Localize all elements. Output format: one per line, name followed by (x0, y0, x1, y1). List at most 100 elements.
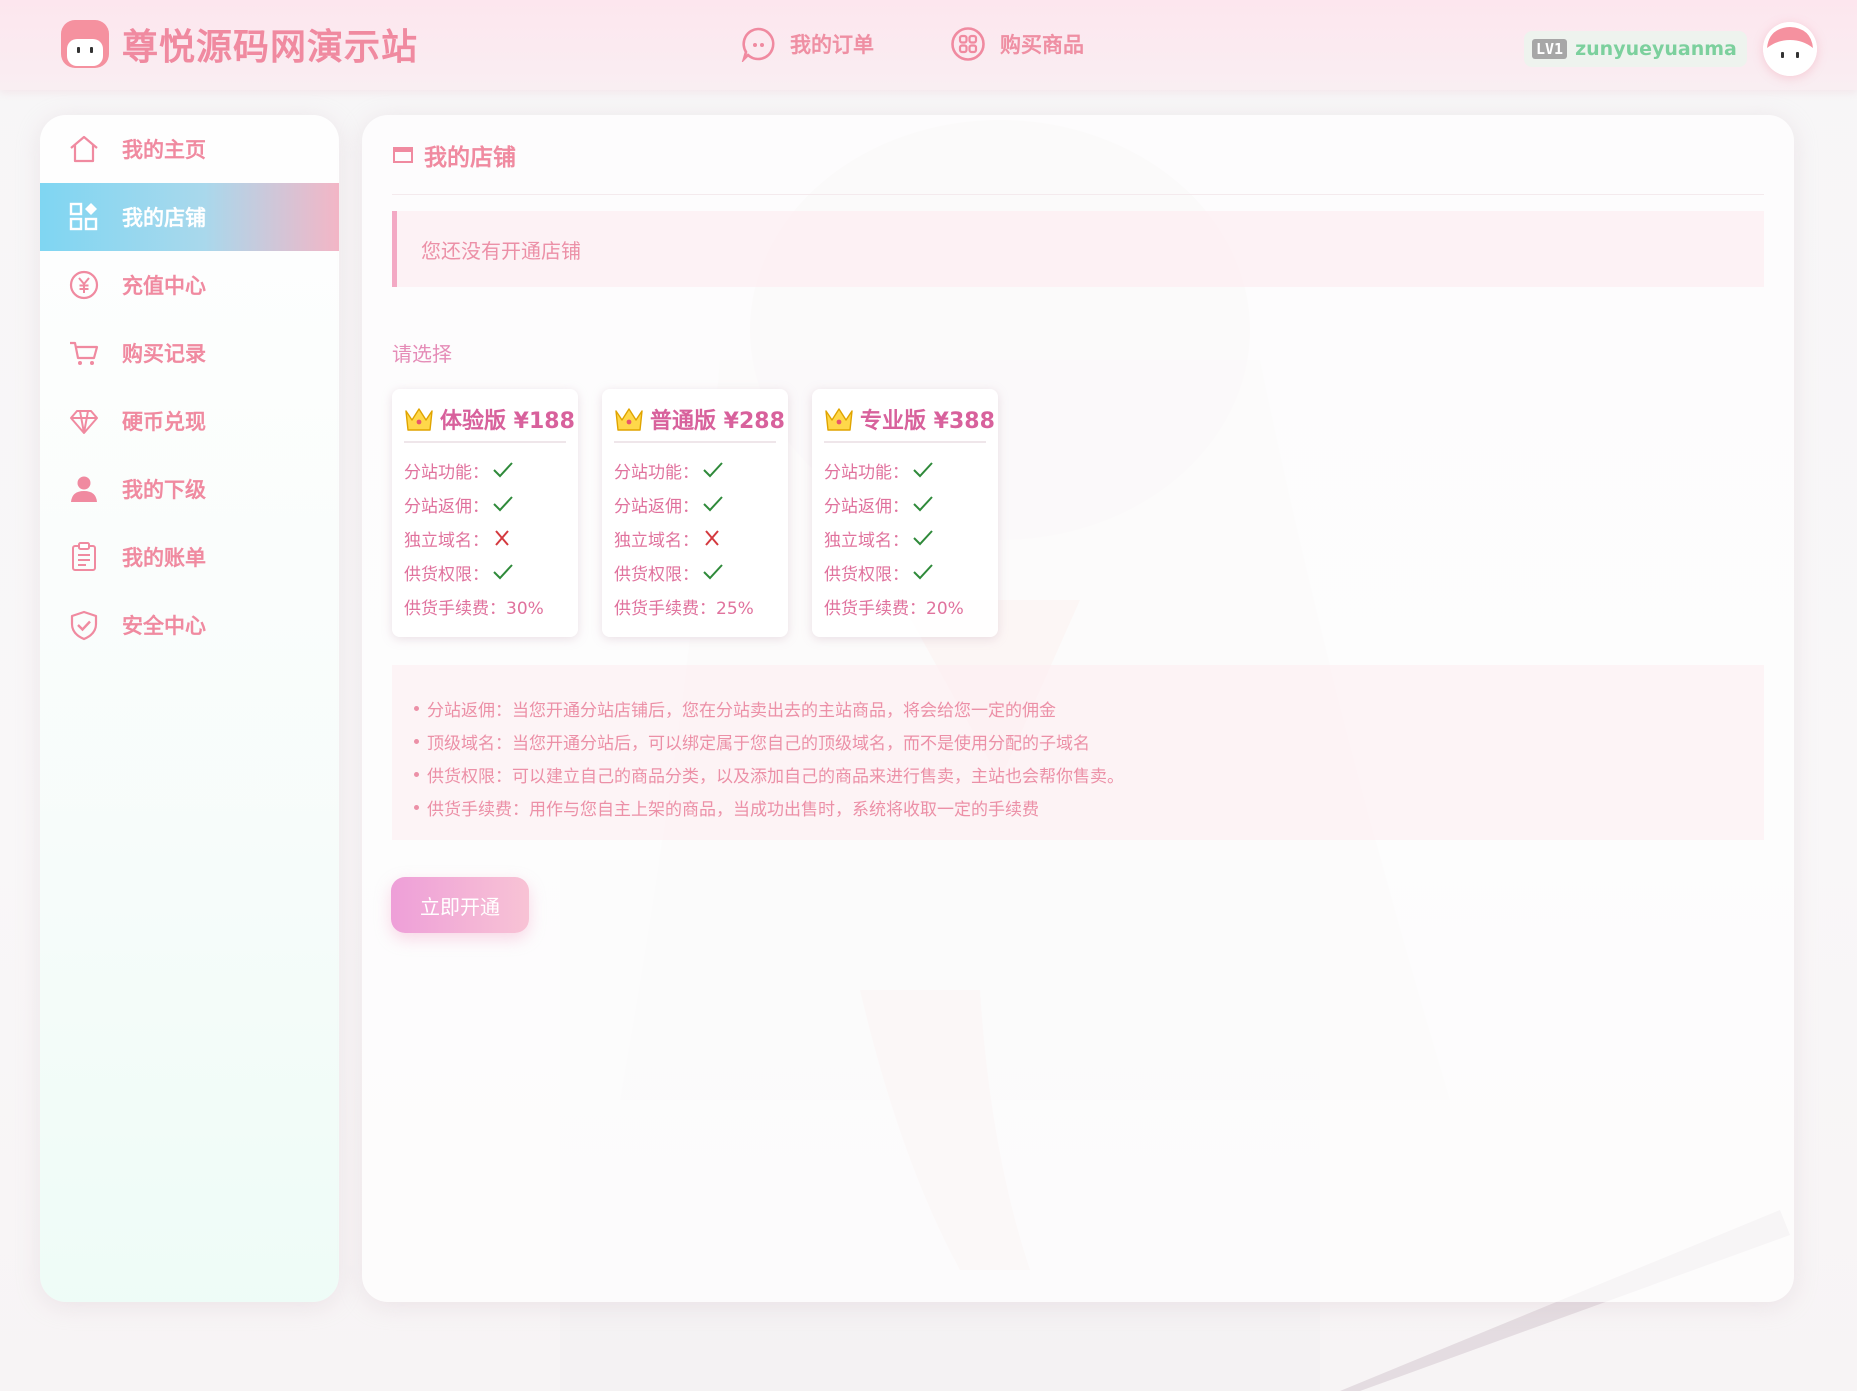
feature-label: 分站返佣： (824, 496, 909, 517)
plan-list: 体验版 ¥188 分站功能： 分站返佣： 独立域名： 供货权限： 供货手续费：3… (392, 389, 998, 637)
diamond-icon (70, 410, 98, 434)
user-area: LV1 zunyueyuanma (1524, 22, 1817, 76)
shield-check-icon (70, 610, 98, 641)
clipboard-icon (72, 542, 96, 571)
sidebar-item-label: 我的下级 (122, 478, 206, 502)
feature-label: 分站功能： (404, 462, 489, 483)
plan-header: 普通版 ¥288 (614, 397, 785, 443)
bullet-icon (414, 772, 419, 777)
plan-header: 专业版 ¥388 (824, 397, 995, 443)
sidebar-menu: 我的主页 我的店铺 充值中心 购买记录 硬币兑现 我的下级 我的账单 安全中心 (40, 115, 339, 659)
feature-label: 供货权限： (824, 564, 909, 585)
note-text: 顶级域名：当您开通分站后，可以绑定属于您自己的顶级域名，而不是使用分配的子域名 (427, 734, 1090, 754)
plan-card-pro[interactable]: 专业版 ¥388 分站功能： 分站返佣： 独立域名： 供货权限： 供货手续费：2… (812, 389, 998, 637)
check-icon (703, 462, 723, 478)
feature-row: 分站返佣： (614, 487, 776, 521)
fee-row: 供货手续费：20% (824, 598, 964, 619)
sidebar-item-label: 我的主页 (122, 138, 206, 162)
sidebar-item-label: 充值中心 (122, 274, 206, 298)
no-shop-alert: 您还没有开通店铺 (392, 211, 1764, 287)
feature-row: 独立域名： (614, 521, 776, 555)
fee-row: 供货手续费：25% (614, 598, 754, 619)
sidebar-item-my-shop[interactable]: 我的店铺 (40, 183, 339, 251)
sidebar-item-label: 购买记录 (122, 342, 206, 366)
open-now-button[interactable]: 立即开通 (391, 877, 529, 933)
check-icon (913, 564, 933, 580)
sidebar-item-label: 我的店铺 (122, 206, 206, 230)
check-icon (703, 496, 723, 512)
plan-name: 普通版 ¥288 (650, 409, 785, 434)
feature-row: 分站功能： (614, 453, 776, 487)
feature-row: 供货权限： (824, 555, 986, 589)
note-text: 供货手续费：用作与您自主上架的商品，当成功出售时，系统将收取一定的手续费 (427, 800, 1039, 820)
note-item: 分站返佣：当您开通分站店铺后，您在分站卖出去的主站商品，将会给您一定的佣金 (414, 692, 1764, 725)
sidebar-item-security[interactable]: 安全中心 (40, 591, 339, 659)
user-icon (71, 476, 97, 502)
cross-icon (495, 530, 509, 546)
feature-label: 独立域名： (614, 530, 699, 551)
site-logo[interactable]: 尊悦源码网演示站 (60, 18, 418, 70)
feature-label: 分站功能： (614, 462, 699, 483)
plan-header: 体验版 ¥188 (404, 397, 575, 443)
note-text: 供货权限：可以建立自己的商品分类，以及添加自己的商品来进行售卖，主站也会帮你售卖… (427, 767, 1124, 787)
sidebar: 我的主页 我的店铺 充值中心 购买记录 硬币兑现 我的下级 我的账单 安全中心 (40, 115, 339, 1302)
level-badge: LV1 (1532, 39, 1568, 59)
nav-my-orders[interactable]: 我的订单 (740, 26, 874, 62)
top-header: 尊悦源码网演示站 我的订单 购买商品 LV1 zunyueyuanma (0, 0, 1857, 90)
feature-row: 供货权限： (404, 555, 566, 589)
sidebar-item-bills[interactable]: 我的账单 (40, 523, 339, 591)
fee-row: 供货手续费：30% (404, 598, 544, 619)
plan-notes: 分站返佣：当您开通分站店铺后，您在分站卖出去的主站商品，将会给您一定的佣金 顶级… (392, 665, 1764, 840)
site-title: 尊悦源码网演示站 (122, 27, 419, 68)
shop-grid-icon (69, 202, 98, 231)
sidebar-item-subordinates[interactable]: 我的下级 (40, 455, 339, 523)
feature-label: 供货权限： (614, 564, 699, 585)
sidebar-item-label: 硬币兑现 (122, 410, 206, 434)
nav-buy-products[interactable]: 购买商品 (950, 26, 1084, 62)
feature-label: 分站返佣： (614, 496, 699, 517)
main-panel: 我的店铺 您还没有开通店铺 请选择 体验版 ¥188 分站功能： 分站返佣： 独… (362, 115, 1794, 1302)
sidebar-item-purchase-history[interactable]: 购买记录 (40, 319, 339, 387)
check-icon (913, 496, 933, 512)
sidebar-item-recharge[interactable]: 充值中心 (40, 251, 339, 319)
panel-header: 我的店铺 (392, 115, 1764, 195)
plan-name: 体验版 ¥188 (440, 409, 575, 434)
cart-icon (70, 341, 99, 365)
sidebar-item-coin-exchange[interactable]: 硬币兑现 (40, 387, 339, 455)
apps-grid-icon (951, 27, 985, 61)
window-icon (393, 146, 413, 163)
note-item: 供货手续费：用作与您自主上架的商品，当成功出售时，系统将收取一定的手续费 (414, 791, 1764, 824)
bullet-icon (414, 805, 419, 810)
user-info[interactable]: LV1 zunyueyuanma (1524, 31, 1747, 67)
feature-label: 独立域名： (404, 530, 489, 551)
choose-label: 请选择 (392, 342, 452, 366)
note-item: 供货权限：可以建立自己的商品分类，以及添加自己的商品来进行售卖，主站也会帮你售卖… (414, 758, 1764, 791)
feature-label: 独立域名： (824, 530, 909, 551)
home-icon (70, 135, 98, 163)
check-icon (493, 496, 513, 512)
note-item: 顶级域名：当您开通分站后，可以绑定属于您自己的顶级域名，而不是使用分配的子域名 (414, 725, 1764, 758)
check-icon (703, 564, 723, 580)
avatar[interactable] (1762, 22, 1817, 76)
nav-label: 购买商品 (1000, 33, 1084, 57)
alert-text: 您还没有开通店铺 (421, 238, 581, 263)
note-text: 分站返佣：当您开通分站店铺后，您在分站卖出去的主站商品，将会给您一定的佣金 (427, 701, 1056, 721)
feature-label: 分站功能： (824, 462, 909, 483)
feature-row: 分站返佣： (404, 487, 566, 521)
crown-icon (405, 408, 433, 431)
sidebar-item-label: 我的账单 (122, 546, 206, 570)
bullet-icon (414, 739, 419, 744)
top-nav: 我的订单 购买商品 (740, 26, 1084, 62)
cross-icon (705, 530, 719, 546)
yuan-coin-icon (69, 270, 99, 300)
sidebar-item-label: 安全中心 (122, 614, 206, 638)
page-title: 我的店铺 (424, 144, 516, 171)
mascot-avatar-icon (1762, 22, 1817, 76)
plan-card-trial[interactable]: 体验版 ¥188 分站功能： 分站返佣： 独立域名： 供货权限： 供货手续费：3… (392, 389, 578, 637)
plan-card-standard[interactable]: 普通版 ¥288 分站功能： 分站返佣： 独立域名： 供货权限： 供货手续费：2… (602, 389, 788, 637)
feature-row: 分站功能： (824, 453, 986, 487)
sidebar-item-home[interactable]: 我的主页 (40, 115, 339, 183)
plan-name: 专业版 ¥388 (860, 409, 995, 434)
feature-row: 分站返佣： (824, 487, 986, 521)
crown-icon (615, 408, 643, 431)
